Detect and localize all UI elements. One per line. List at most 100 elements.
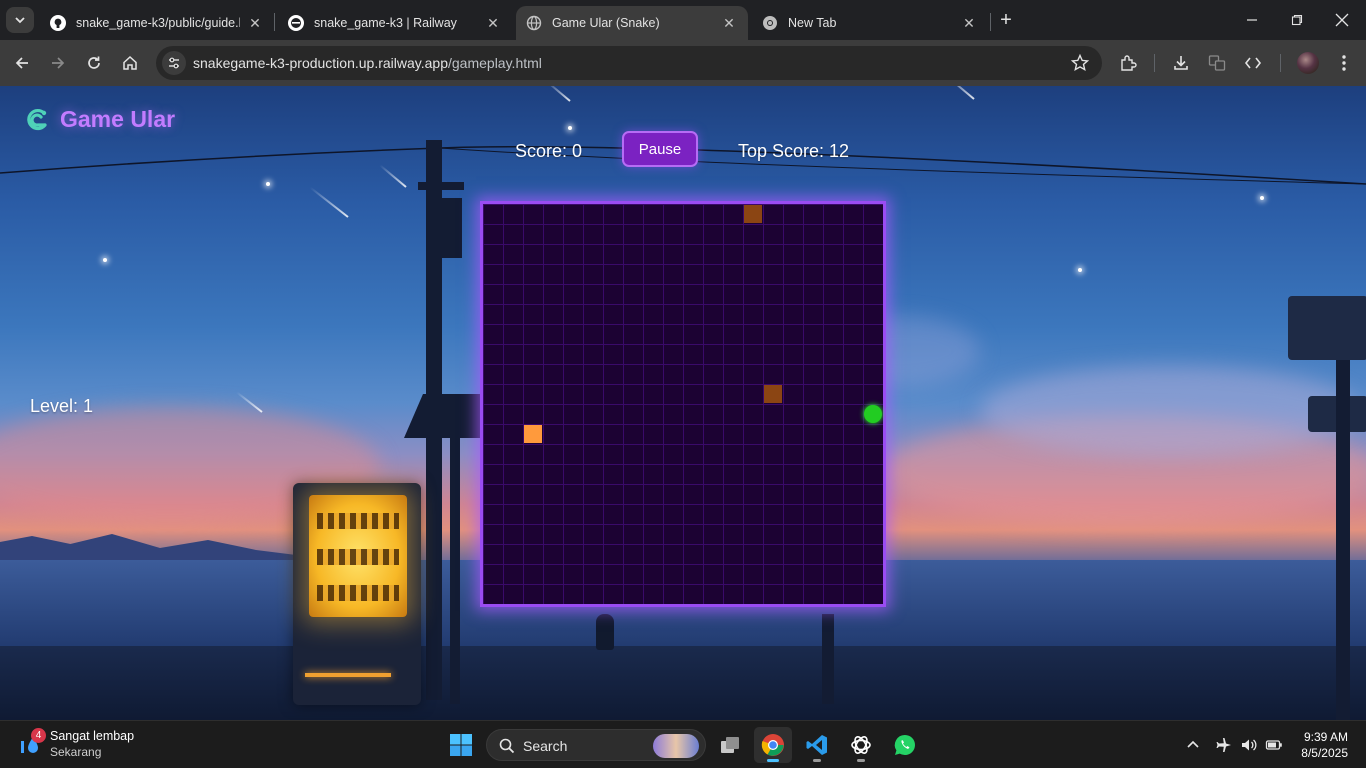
tab-title: Game Ular (Snake) [552, 16, 660, 30]
weather-subtitle: Sekarang [50, 745, 102, 759]
window-close-icon[interactable] [1330, 8, 1354, 32]
show-hidden-icons-chevron-icon[interactable] [1183, 735, 1203, 755]
new-tab-plus-icon[interactable]: + [996, 10, 1016, 30]
windows-start-icon[interactable] [442, 727, 480, 763]
download-icon[interactable] [1171, 53, 1191, 73]
system-clock[interactable]: 9:39 AM 8/5/2025 [1301, 729, 1348, 761]
vending-row [317, 513, 399, 529]
star [1078, 268, 1082, 272]
tab-title: snake_game-k3 | Railway [314, 16, 457, 30]
vending-row [317, 585, 399, 601]
shooting-star [944, 86, 975, 100]
extensions-icon[interactable] [1118, 53, 1138, 73]
tab-search-button[interactable] [6, 7, 34, 33]
star [568, 126, 572, 130]
vending-machine [293, 483, 421, 705]
weather-widget[interactable]: 4 Sangat lembap Sekarang [18, 728, 135, 759]
pole-box [440, 198, 462, 258]
obstacle [764, 385, 782, 403]
brand: Game Ular [24, 106, 175, 133]
vending-window [309, 495, 407, 617]
game-board[interactable] [480, 201, 886, 607]
toolbar-divider [1280, 54, 1281, 72]
ground [0, 646, 1366, 720]
globe-icon [526, 15, 542, 31]
url-path: /gameplay.html [448, 55, 542, 71]
site-info-icon[interactable] [162, 51, 186, 75]
top-score-display: Top Score: 12 [738, 141, 850, 161]
vscode-icon[interactable] [798, 727, 836, 763]
road-sign [1288, 296, 1366, 360]
pole-crossbar [418, 182, 464, 190]
snake-head [524, 425, 542, 443]
snake-logo-icon [27, 108, 47, 130]
pole-sign [404, 394, 480, 438]
browser-toolbar: snakegame-k3-production.up.railway.app/g… [0, 40, 1366, 86]
tab-guide[interactable]: snake_game-k3/public/guide.ht ✕ [40, 6, 274, 40]
pause-button[interactable]: Pause [622, 131, 698, 167]
toolbar-divider [1154, 54, 1155, 72]
home-icon[interactable] [118, 51, 142, 75]
url-host: snakegame-k3-production.up.railway.app [193, 55, 448, 71]
more-menu-icon[interactable] [1334, 53, 1354, 73]
tab-new-tab[interactable]: New Tab ✕ [752, 6, 988, 40]
cat-silhouette [596, 614, 614, 650]
profile-avatar[interactable] [1297, 52, 1319, 74]
vending-row [317, 549, 399, 565]
chevron-down-icon [15, 17, 25, 24]
url-text: snakegame-k3-production.up.railway.app/g… [193, 55, 542, 71]
tab-game-ular[interactable]: Game Ular (Snake) ✕ [516, 6, 748, 40]
windows-taskbar: 4 Sangat lembap Sekarang Search 9:39 AM … [0, 720, 1366, 768]
close-icon[interactable]: ✕ [484, 14, 502, 32]
tab-title: snake_game-k3/public/guide.ht [76, 16, 240, 30]
chatgpt-icon[interactable] [842, 727, 880, 763]
forward-arrow-icon[interactable] [46, 51, 70, 75]
search-highlight-art [653, 734, 699, 758]
address-bar[interactable]: snakegame-k3-production.up.railway.app/g… [156, 46, 1102, 80]
star [103, 258, 107, 262]
tab-divider [274, 13, 275, 31]
notification-badge: 4 [31, 728, 46, 743]
search-icon [499, 738, 515, 754]
clock-date: 8/5/2025 [1301, 746, 1348, 760]
running-indicator [857, 759, 865, 762]
shooting-star [546, 86, 571, 102]
clock-time: 9:39 AM [1303, 730, 1348, 744]
level-display: Level: 1 [30, 396, 94, 416]
back-arrow-icon[interactable] [10, 51, 34, 75]
tab-title: New Tab [788, 16, 837, 30]
code-devtools-icon[interactable] [1243, 53, 1263, 73]
battery-icon[interactable] [1264, 735, 1284, 755]
close-icon[interactable]: ✕ [246, 14, 264, 32]
translate-icon[interactable] [1207, 53, 1227, 73]
close-icon[interactable]: ✕ [720, 14, 738, 32]
tab-divider [990, 13, 991, 31]
tab-strip: snake_game-k3/public/guide.ht ✕ snake_ga… [0, 0, 1366, 40]
score-display: Score: 0 [515, 141, 583, 161]
restore-icon[interactable] [1285, 8, 1309, 32]
vending-slot [305, 673, 391, 677]
food [864, 405, 882, 423]
tab-railway[interactable]: snake_game-k3 | Railway ✕ [278, 6, 512, 40]
airplane-mode-icon[interactable] [1214, 735, 1234, 755]
volume-icon[interactable] [1239, 735, 1259, 755]
cloud [980, 366, 1360, 456]
taskbar-search[interactable]: Search [486, 729, 706, 761]
chrome-taskbar-icon[interactable] [754, 727, 792, 763]
whatsapp-icon[interactable] [886, 727, 924, 763]
railway-icon [288, 15, 304, 31]
weather-title: Sangat lembap [50, 729, 135, 743]
close-icon[interactable]: ✕ [960, 14, 978, 32]
search-label: Search [523, 738, 568, 754]
task-view-icon[interactable] [711, 727, 749, 763]
sign-post [450, 436, 460, 704]
reload-icon[interactable] [82, 51, 106, 75]
running-indicator [813, 759, 821, 762]
chrome-icon [762, 15, 778, 31]
bookmark-star-icon[interactable] [1070, 53, 1090, 73]
page-viewport: Game Ular Score: 0 Pause Top Score: 12 L… [0, 86, 1366, 720]
minimize-icon[interactable] [1240, 8, 1264, 32]
brand-name: Game Ular [60, 106, 176, 132]
active-indicator [767, 759, 779, 762]
weather-humidity-icon: 4 [18, 728, 46, 757]
